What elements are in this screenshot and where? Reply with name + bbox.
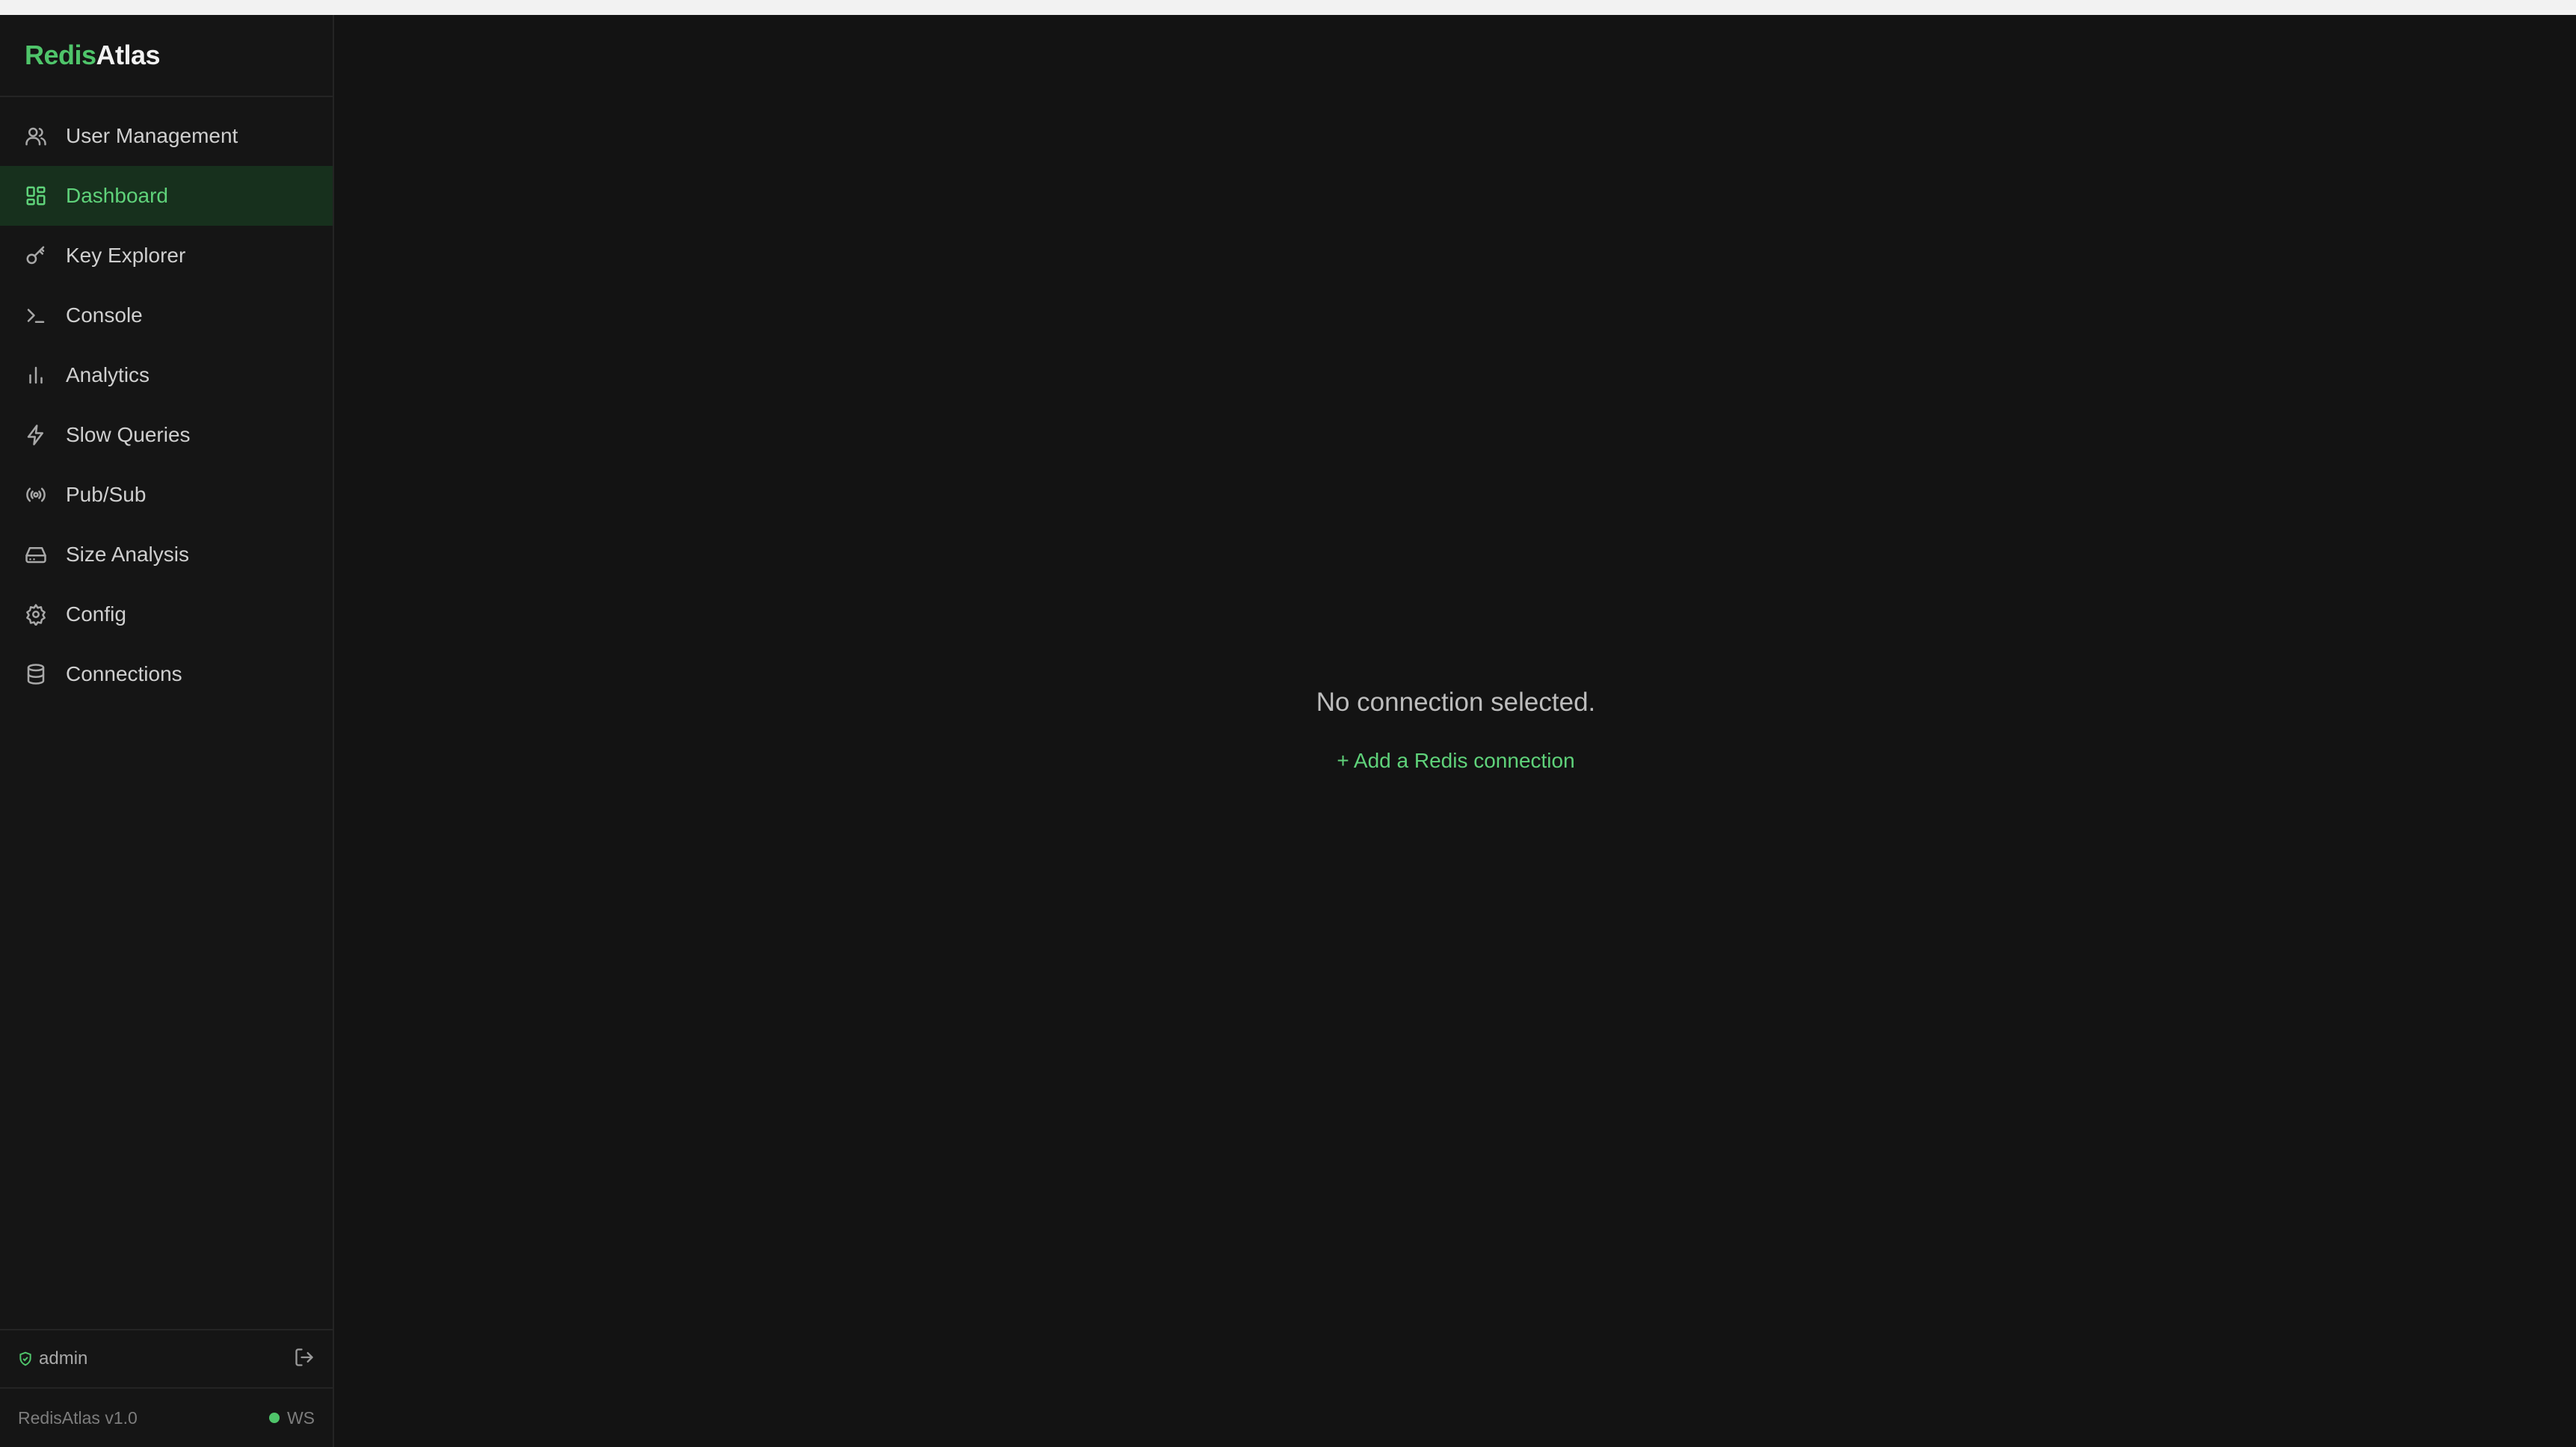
- version-label: RedisAtlas v1.0: [18, 1407, 138, 1428]
- status-dot-icon: [268, 1413, 280, 1423]
- key-icon: [25, 244, 47, 267]
- add-connection-link[interactable]: + Add a Redis connection: [1337, 749, 1574, 773]
- sidebar-item-pub-sub[interactable]: Pub/Sub: [0, 465, 333, 525]
- sidebar-item-analytics[interactable]: Analytics: [0, 345, 333, 405]
- current-user: admin: [18, 1348, 87, 1369]
- sidebar: Redis Atlas User Management Dashboard Key…: [0, 15, 334, 1447]
- sidebar-item-label: Console: [66, 303, 143, 327]
- users-icon: [25, 125, 47, 147]
- sidebar-item-label: Pub/Sub: [66, 483, 147, 506]
- empty-state-message: No connection selected.: [1316, 688, 1596, 717]
- sidebar-item-connections[interactable]: Connections: [0, 644, 333, 704]
- broadcast-icon: [25, 484, 47, 506]
- sidebar-item-label: Analytics: [66, 363, 150, 386]
- websocket-status: WS: [268, 1407, 315, 1428]
- terminal-icon: [25, 304, 47, 327]
- websocket-status-label: WS: [286, 1407, 315, 1428]
- sidebar-user-row: admin: [0, 1329, 333, 1387]
- gear-icon: [25, 603, 47, 626]
- sidebar-item-label: User Management: [66, 124, 238, 147]
- bolt-icon: [25, 424, 47, 446]
- brand-logo-part2: Atlas: [96, 40, 161, 70]
- shield-check-icon: [19, 1351, 31, 1366]
- sidebar-item-dashboard[interactable]: Dashboard: [0, 166, 333, 226]
- sidebar-item-label: Config: [66, 602, 126, 626]
- grid-icon: [25, 185, 47, 207]
- sidebar-item-config[interactable]: Config: [0, 584, 333, 644]
- sidebar-item-key-explorer[interactable]: Key Explorer: [0, 226, 333, 286]
- sidebar-item-label: Dashboard: [66, 184, 168, 207]
- sidebar-item-label: Connections: [66, 662, 182, 685]
- username-label: admin: [39, 1348, 88, 1369]
- sidebar-item-slow-queries[interactable]: Slow Queries: [0, 405, 333, 465]
- sidebar-item-label: Slow Queries: [66, 423, 191, 446]
- sidebar-item-console[interactable]: Console: [0, 286, 333, 345]
- logout-button[interactable]: [294, 1347, 315, 1372]
- sidebar-item-user-management[interactable]: User Management: [0, 106, 333, 166]
- brand-logo: Redis Atlas: [0, 15, 333, 97]
- bar-chart-icon: [25, 364, 47, 386]
- sidebar-item-label: Key Explorer: [66, 244, 186, 267]
- sidebar-version-row: RedisAtlas v1.0 WS: [0, 1387, 333, 1447]
- sidebar-item-label: Size Analysis: [66, 543, 189, 566]
- empty-state: No connection selected. + Add a Redis co…: [336, 688, 2576, 773]
- sidebar-nav: User Management Dashboard Key Explorer C…: [0, 97, 333, 1329]
- sidebar-item-size-analysis[interactable]: Size Analysis: [0, 525, 333, 584]
- main-content: No connection selected. + Add a Redis co…: [336, 15, 2576, 1447]
- hard-drive-icon: [25, 543, 47, 566]
- brand-logo-part1: Redis: [25, 40, 96, 70]
- database-icon: [25, 663, 47, 685]
- logout-icon: [295, 1348, 313, 1366]
- window-top-bar: [0, 0, 2576, 15]
